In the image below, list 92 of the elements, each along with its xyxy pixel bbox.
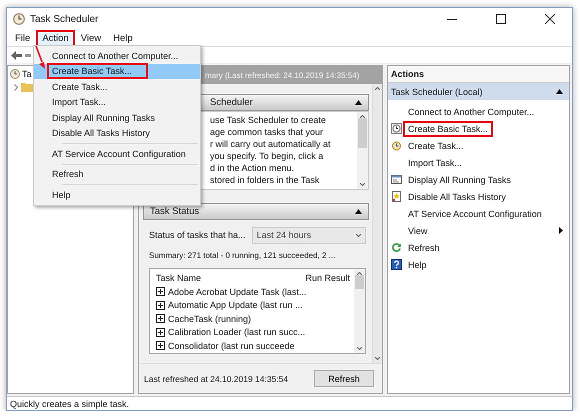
menu-item[interactable]: Help <box>107 30 139 46</box>
action-link[interactable]: Create Task... <box>403 138 468 154</box>
clock-icon <box>10 69 20 79</box>
menu-item-label: AT Service Account Configuration <box>51 148 187 161</box>
scroll-up-icon[interactable] <box>360 115 365 118</box>
action-group-title: Task Scheduler (Local) <box>391 86 483 96</box>
menu-item[interactable]: Disable All Tasks History <box>34 126 200 141</box>
menu-item-label: Display All Running Tasks <box>51 112 156 125</box>
menu-item[interactable]: Action <box>36 30 75 46</box>
menu-item[interactable]: Display All Running Tasks <box>34 110 200 126</box>
window-icon <box>391 174 402 185</box>
action-link[interactable]: AT Service Account Configuration <box>403 206 547 222</box>
menu-item-label: Create Task... <box>51 80 108 94</box>
refresh-button[interactable]: Refresh <box>314 370 374 387</box>
menu-item-label: Disable All Tasks History <box>51 127 151 140</box>
task-name[interactable]: Consolidator (last run succeede <box>168 340 295 351</box>
scroll-down-icon[interactable] <box>357 346 362 350</box>
last-refreshed-text: Last refreshed at 24.10.2019 14:35:54 <box>144 374 288 384</box>
task-name[interactable]: Adobe Acrobat Update Task (last... <box>168 286 306 297</box>
menu-item[interactable]: Create Basic Task... <box>34 64 200 79</box>
summary-text: Summary: 271 total - 0 running, 121 succeeded, 2 ... <box>149 250 336 260</box>
scrollbar[interactable] <box>357 112 368 188</box>
scroll-up-icon[interactable] <box>375 87 380 90</box>
back-arrow-icon[interactable] <box>11 50 22 60</box>
action-group-header[interactable]: Task Scheduler (Local) <box>388 83 569 100</box>
menu-item-label: Create Basic Task... <box>47 63 148 80</box>
action-link[interactable]: Create Basic Task... <box>403 120 493 136</box>
menu-item-label: Help <box>51 188 72 202</box>
menu-item[interactable]: Create Task... <box>34 79 200 94</box>
annotation-arrow <box>35 46 47 69</box>
expand-icon[interactable] <box>156 300 165 310</box>
action-link[interactable]: Import Task... <box>403 154 467 170</box>
menu-item[interactable]: Import Task... <box>34 94 200 110</box>
column-header[interactable]: Run Result <box>305 272 350 282</box>
overview-text: age common tasks that your <box>210 127 324 138</box>
refresh-icon <box>391 242 402 253</box>
menu-item[interactable]: Help <box>34 187 200 202</box>
expand-icon[interactable] <box>156 287 165 296</box>
action-link[interactable]: Disable All Tasks History <box>403 188 511 204</box>
collapse-icon[interactable] <box>355 100 362 105</box>
menu-item-label: Connect to Another Computer... <box>51 50 180 63</box>
actions-title: Actions <box>391 69 424 79</box>
expand-icon[interactable] <box>156 314 165 324</box>
clock-icon <box>391 123 402 134</box>
scroll-down-icon[interactable] <box>360 182 365 186</box>
action-link[interactable]: Display All Running Tasks <box>403 172 516 188</box>
overview-text: r will carry out automatically at <box>210 139 332 150</box>
collapse-icon[interactable] <box>355 208 362 214</box>
overview-text: d in the Action menu. <box>210 163 296 174</box>
maximize-icon[interactable] <box>496 14 506 24</box>
column-header[interactable]: Task Name <box>156 272 202 282</box>
menu-item[interactable]: Refresh <box>34 166 200 182</box>
expand-icon[interactable] <box>156 341 165 350</box>
chevron-right-icon[interactable] <box>13 84 19 90</box>
action-link[interactable]: Help <box>403 256 432 272</box>
summary-header: mary (Last refreshed: 24.10.2019 14:35:54) <box>205 70 360 80</box>
action-link[interactable]: Refresh <box>403 240 445 256</box>
filter-label: Status of tasks that ha... <box>149 230 246 240</box>
menu-item[interactable]: AT Service Account Configuration <box>34 146 200 162</box>
tree-item-label[interactable]: Ta <box>22 69 32 79</box>
menu-item[interactable]: File <box>9 30 36 46</box>
menu-item[interactable]: Connect to Another Computer... <box>34 48 200 64</box>
window-title: Task Scheduler <box>30 14 100 24</box>
clock-icon <box>391 140 402 151</box>
period-dropdown[interactable]: Last 24 hours <box>252 226 366 244</box>
collapse-icon[interactable] <box>556 89 563 94</box>
scroll-up-icon[interactable] <box>357 272 362 274</box>
scrollbar-thumb[interactable] <box>358 118 367 148</box>
menu-item[interactable]: View <box>74 30 108 46</box>
close-icon[interactable] <box>545 14 555 24</box>
overview-text: stored in folders in the Task <box>210 175 320 186</box>
section-title: Task Status <box>150 206 200 216</box>
menu-item-label: Import Task... <box>51 96 107 110</box>
overview-text: use Task Scheduler to create <box>210 115 327 126</box>
clock-icon <box>13 13 25 25</box>
task-name[interactable]: Calibration Loader (last run succ... <box>168 327 306 338</box>
action-link[interactable]: View <box>403 222 432 238</box>
menu-item-label: Refresh <box>51 168 85 182</box>
expand-icon[interactable] <box>156 328 165 337</box>
task-name[interactable]: CacheTask (running) <box>168 314 252 324</box>
scrollbar[interactable] <box>354 268 365 352</box>
document-icon <box>391 191 402 202</box>
scroll-down-icon[interactable] <box>356 234 361 236</box>
scroll-down-icon[interactable] <box>375 357 380 360</box>
scrollbar[interactable] <box>372 84 382 363</box>
overview-text: you specify. To begin, click a <box>210 151 324 162</box>
section-title: Scheduler <box>210 97 253 108</box>
task-name[interactable]: Automatic App Update (last run ... <box>168 300 303 310</box>
status-text: Quickly creates a simple task. <box>10 398 130 408</box>
help-icon <box>391 259 402 270</box>
scrollbar-thumb[interactable] <box>355 274 364 288</box>
action-link[interactable]: Connect to Another Computer... <box>403 104 540 120</box>
